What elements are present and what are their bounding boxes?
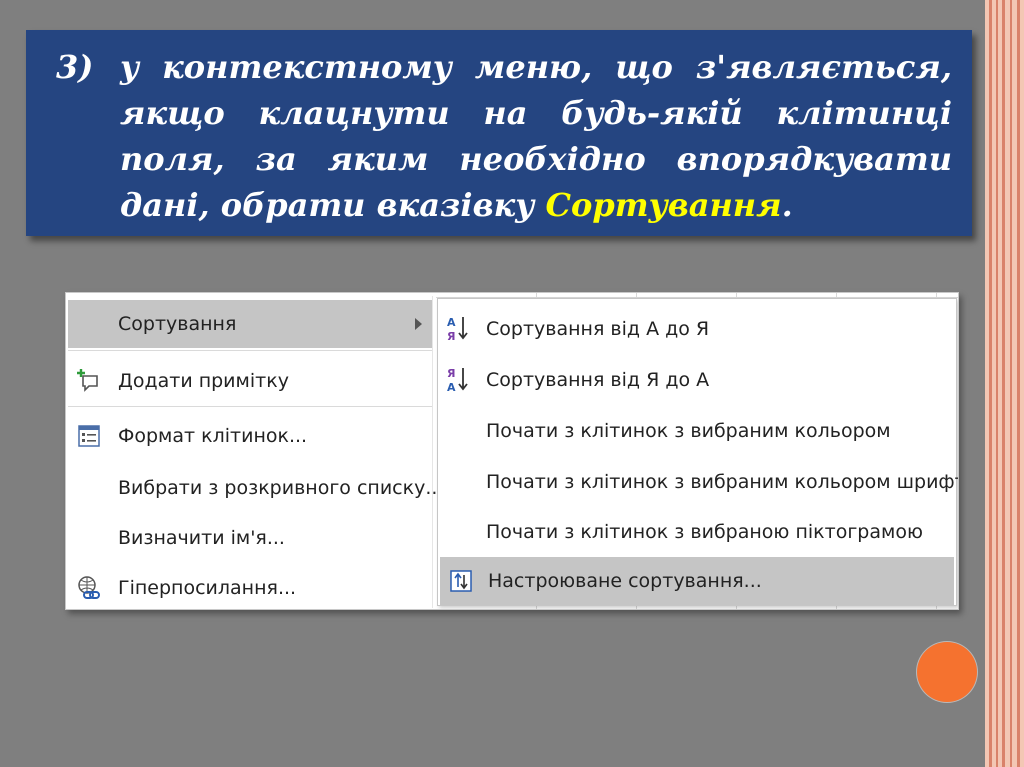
menu-item-hyperlink-label: Гіперпосилання... — [118, 577, 297, 599]
context-menu: Сортування Додати примітку Формат клітин… — [68, 296, 443, 609]
menu-item-pick-from-list-label: Вибрати з розкривного списку... — [118, 477, 444, 499]
submenu-item-custom-sort[interactable]: Настроюване сортування... — [440, 557, 954, 605]
instruction-text-box: 3) у контекстному меню, що з'являється, … — [26, 30, 972, 236]
menu-item-sort[interactable]: Сортування — [68, 300, 432, 348]
submenu-item-cell-icon[interactable]: Почати з клітинок з вибраною піктограмою — [438, 508, 956, 556]
sort-z-a-icon: Я А — [446, 367, 472, 394]
format-cells-icon — [76, 423, 102, 449]
svg-text:А: А — [447, 316, 456, 329]
menu-item-add-comment-label: Додати примітку — [118, 370, 289, 392]
add-comment-icon — [76, 368, 102, 394]
svg-text:Я: Я — [447, 367, 455, 380]
sort-submenu: А Я Сортування від А до Я Я А Сортування… — [437, 298, 959, 606]
submenu-item-sort-z-a[interactable]: Я А Сортування від Я до А — [438, 356, 956, 404]
svg-text:А: А — [447, 381, 456, 394]
submenu-item-sort-z-a-label: Сортування від Я до А — [486, 369, 710, 391]
menu-item-format-cells[interactable]: Формат клітинок... — [68, 412, 432, 460]
context-menu-screenshot: Сортування Додати примітку Формат клітин… — [65, 292, 959, 610]
decorative-right-border — [985, 0, 1024, 767]
menu-item-sort-label: Сортування — [118, 313, 237, 335]
menu-item-add-comment[interactable]: Додати примітку — [68, 357, 432, 405]
menu-item-hyperlink[interactable]: Гіперпосилання... — [68, 564, 432, 609]
hyperlink-icon — [76, 575, 102, 601]
submenu-item-cell-icon-label: Почати з клітинок з вибраною піктограмою — [486, 521, 923, 543]
submenu-item-sort-a-z[interactable]: А Я Сортування від А до Я — [438, 305, 956, 353]
submenu-item-cell-color[interactable]: Почати з клітинок з вибраним кольором — [438, 407, 956, 455]
custom-sort-icon — [448, 568, 474, 594]
menu-item-define-name-label: Визначити ім'я... — [118, 527, 285, 549]
instruction-text: у контекстному меню, що з'являється, якщ… — [120, 48, 952, 224]
submenu-item-sort-a-z-label: Сортування від А до Я — [486, 318, 710, 340]
menu-item-format-cells-label: Формат клітинок... — [118, 425, 308, 447]
sort-a-z-icon: А Я — [446, 316, 472, 343]
submenu-item-custom-sort-label: Настроюване сортування... — [488, 570, 762, 592]
submenu-item-font-color-label: Почати з клітинок з вибраним кольором шр… — [486, 471, 959, 493]
menu-item-define-name[interactable]: Визначити ім'я... — [68, 514, 432, 562]
submenu-arrow-icon — [415, 318, 422, 330]
submenu-item-font-color[interactable]: Почати з клітинок з вибраним кольором шр… — [438, 458, 959, 506]
highlight-sort-word: Сортування — [545, 186, 782, 224]
submenu-item-cell-color-label: Почати з клітинок з вибраним кольором — [486, 420, 891, 442]
step-number: 3) — [56, 48, 94, 86]
menu-item-pick-from-list[interactable]: Вибрати з розкривного списку... — [68, 464, 443, 512]
decorative-orange-circle — [917, 642, 977, 702]
svg-text:Я: Я — [447, 330, 455, 343]
